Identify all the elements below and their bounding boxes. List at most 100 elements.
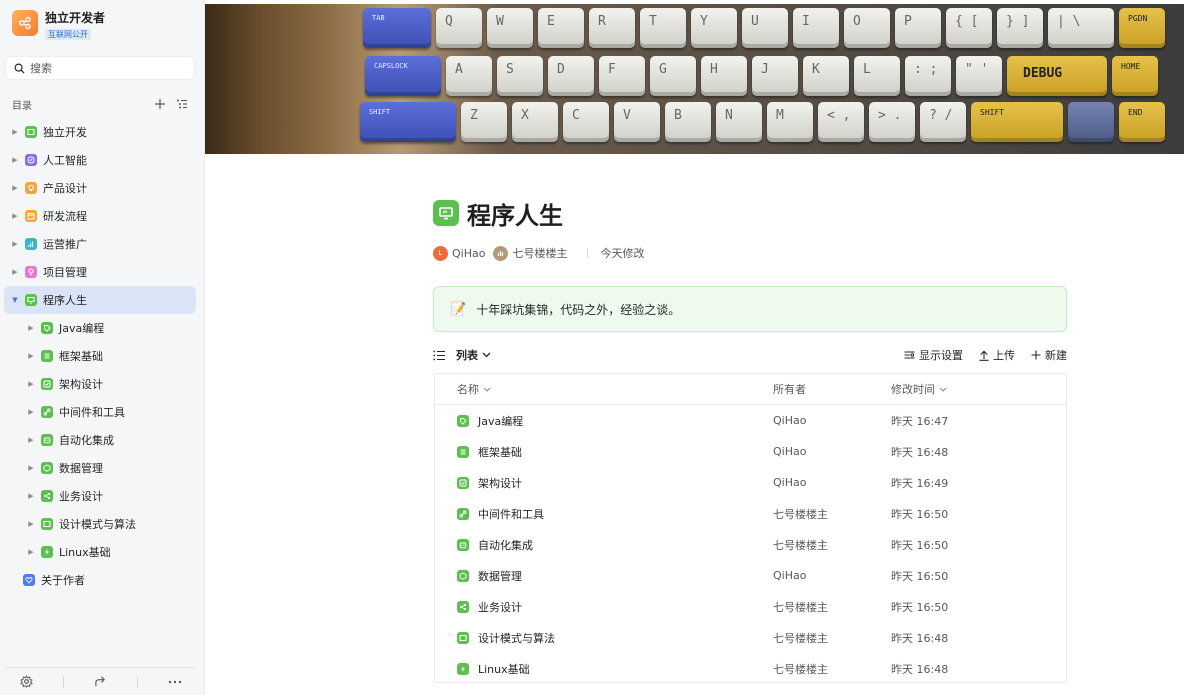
brand[interactable]: 独立开发者 互联网公开 [12,10,105,40]
caret-right-icon[interactable]: ▶ [26,519,36,529]
author-name[interactable]: QiHao [452,247,485,260]
tree-subitem-java[interactable]: ▶ Java编程 [4,314,196,342]
more-icon[interactable] [168,680,182,684]
modified-time: 今天修改 [600,247,645,260]
column-header-time[interactable]: 修改时间 [891,381,947,397]
row-name[interactable]: Linux基础 [478,661,530,677]
row-name[interactable]: 数据管理 [478,568,522,584]
caret-right-icon[interactable]: ▶ [26,435,36,445]
table-row[interactable]: Linux基础 七号楼楼主 昨天 16:48 [435,653,1066,684]
caret-right-icon[interactable]: ▶ [26,547,36,557]
author-name[interactable]: 七号楼楼主 [512,245,567,261]
search-input[interactable]: 搜索 [5,56,195,80]
add-icon[interactable] [154,98,166,110]
caret-right-icon[interactable]: ▶ [10,267,20,277]
tree-item-about-author[interactable]: 关于作者 [4,566,196,594]
row-name[interactable]: 设计模式与算法 [478,630,555,646]
tree-item-ai[interactable]: ▶ 人工智能 [4,146,196,174]
folder-icon [25,126,37,138]
tree-subitem-framework[interactable]: ▶ 框架基础 [4,342,196,370]
caret-right-icon[interactable]: ▶ [26,463,36,473]
caret-right-icon[interactable]: ▶ [10,211,20,221]
create-label: 新建 [1045,349,1067,362]
caret-right-icon[interactable]: ▶ [26,379,36,389]
caret-right-icon[interactable]: ▶ [26,491,36,501]
brand-title: 独立开发者 [45,11,106,25]
table-row[interactable]: 数据管理 QiHao 昨天 16:50 [435,560,1066,591]
tree-item-label: 架构设计 [59,378,103,391]
caret-right-icon[interactable]: ▶ [26,407,36,417]
table-row[interactable]: 框架基础 QiHao 昨天 16:48 [435,436,1066,467]
table-row[interactable]: 自动化集成 七号楼楼主 昨天 16:50 [435,529,1066,560]
page-title: 程序人生 [467,201,563,230]
tree-subitem-middleware[interactable]: ▶ 中间件和工具 [4,398,196,426]
view-mode-dropdown[interactable]: 列表 [433,347,491,363]
share-icon[interactable] [94,675,107,688]
outline-icon[interactable] [176,98,188,110]
row-name[interactable]: 自动化集成 [478,537,533,553]
tree-item-programmer-life[interactable]: ▼ 程序人生 [4,286,196,314]
caret-right-icon[interactable]: ▶ [10,239,20,249]
footer-divider [63,675,64,688]
table-row[interactable]: Java编程 QiHao 昨天 16:47 [435,405,1066,436]
meta-divider [587,248,589,258]
table-row[interactable]: 设计模式与算法 七号楼楼主 昨天 16:48 [435,622,1066,653]
key: CAPSLOCK [365,56,441,96]
caret-right-icon[interactable]: ▶ [10,155,20,165]
tree-subitem-patterns[interactable]: ▶ 设计模式与算法 [4,510,196,538]
table-row[interactable]: 业务设计 七号楼楼主 昨天 16:50 [435,591,1066,622]
tree-subitem-data-mgmt[interactable]: ▶ 数据管理 [4,454,196,482]
caret-right-icon[interactable]: ▶ [10,127,20,137]
tree-item-operations[interactable]: ▶ 运营推广 [4,230,196,258]
key: Q [436,8,482,48]
caret-right-icon[interactable]: ▶ [10,183,20,193]
column-label: 所有者 [773,383,806,396]
row-name[interactable]: Java编程 [478,413,523,429]
tree-item-label: 程序人生 [43,294,87,307]
create-button[interactable]: 新建 [1031,347,1067,363]
tree-subitem-automation[interactable]: ▶ 自动化集成 [4,426,196,454]
row-name[interactable]: 架构设计 [478,475,522,491]
cube-icon [41,462,53,474]
table-header: 名称 所有者 修改时间 [435,374,1066,405]
row-name[interactable]: 业务设计 [478,599,522,615]
table-row[interactable]: 架构设计 QiHao 昨天 16:49 [435,467,1066,498]
column-header-name[interactable]: 名称 [435,381,773,397]
column-header-owner[interactable]: 所有者 [773,381,891,397]
key: G [650,56,696,96]
check-icon [41,378,53,390]
robot-icon [41,434,53,446]
avatar[interactable]: L [433,245,448,261]
tree-subitem-business[interactable]: ▶ 业务设计 [4,482,196,510]
tree-subitem-architecture[interactable]: ▶ 架构设计 [4,370,196,398]
search-icon [14,63,25,74]
tree-item-label: 关于作者 [41,574,85,587]
row-owner: QiHao [773,414,807,427]
monitor-icon[interactable] [433,200,459,226]
tree-item-project-mgmt[interactable]: ▶ 项目管理 [4,258,196,286]
key: L [854,56,900,96]
tree-subitem-linux[interactable]: ▶ Linux基础 [4,538,196,566]
caret-down-icon[interactable]: ▼ [10,295,20,305]
display-settings-button[interactable]: 显示设置 [904,347,963,363]
screen-icon [41,518,53,530]
row-name[interactable]: 中间件和工具 [478,506,544,522]
list-icon [457,445,469,458]
caret-right-icon[interactable]: ▶ [26,351,36,361]
caret-right-icon[interactable]: ▶ [26,323,36,333]
tree-item-label: Linux基础 [59,546,111,559]
avatar[interactable] [493,245,509,261]
tree-item-dev-process[interactable]: ▶ 研发流程 [4,202,196,230]
tree-item-indie-dev[interactable]: ▶ 独立开发 [4,118,196,146]
column-label: 名称 [457,383,479,396]
table-row[interactable]: 中间件和工具 七号楼楼主 昨天 16:50 [435,498,1066,529]
toc-header: 目录 [12,96,188,112]
key: < , [818,102,864,142]
settings-icon[interactable] [20,675,33,688]
row-owner: 七号楼楼主 [773,662,828,676]
tree-item-label: 独立开发 [43,126,87,139]
upload-button[interactable]: 上传 [979,347,1015,363]
tree-item-product-design[interactable]: ▶ 产品设计 [4,174,196,202]
key: " ' [956,56,1002,96]
row-name[interactable]: 框架基础 [478,444,522,460]
